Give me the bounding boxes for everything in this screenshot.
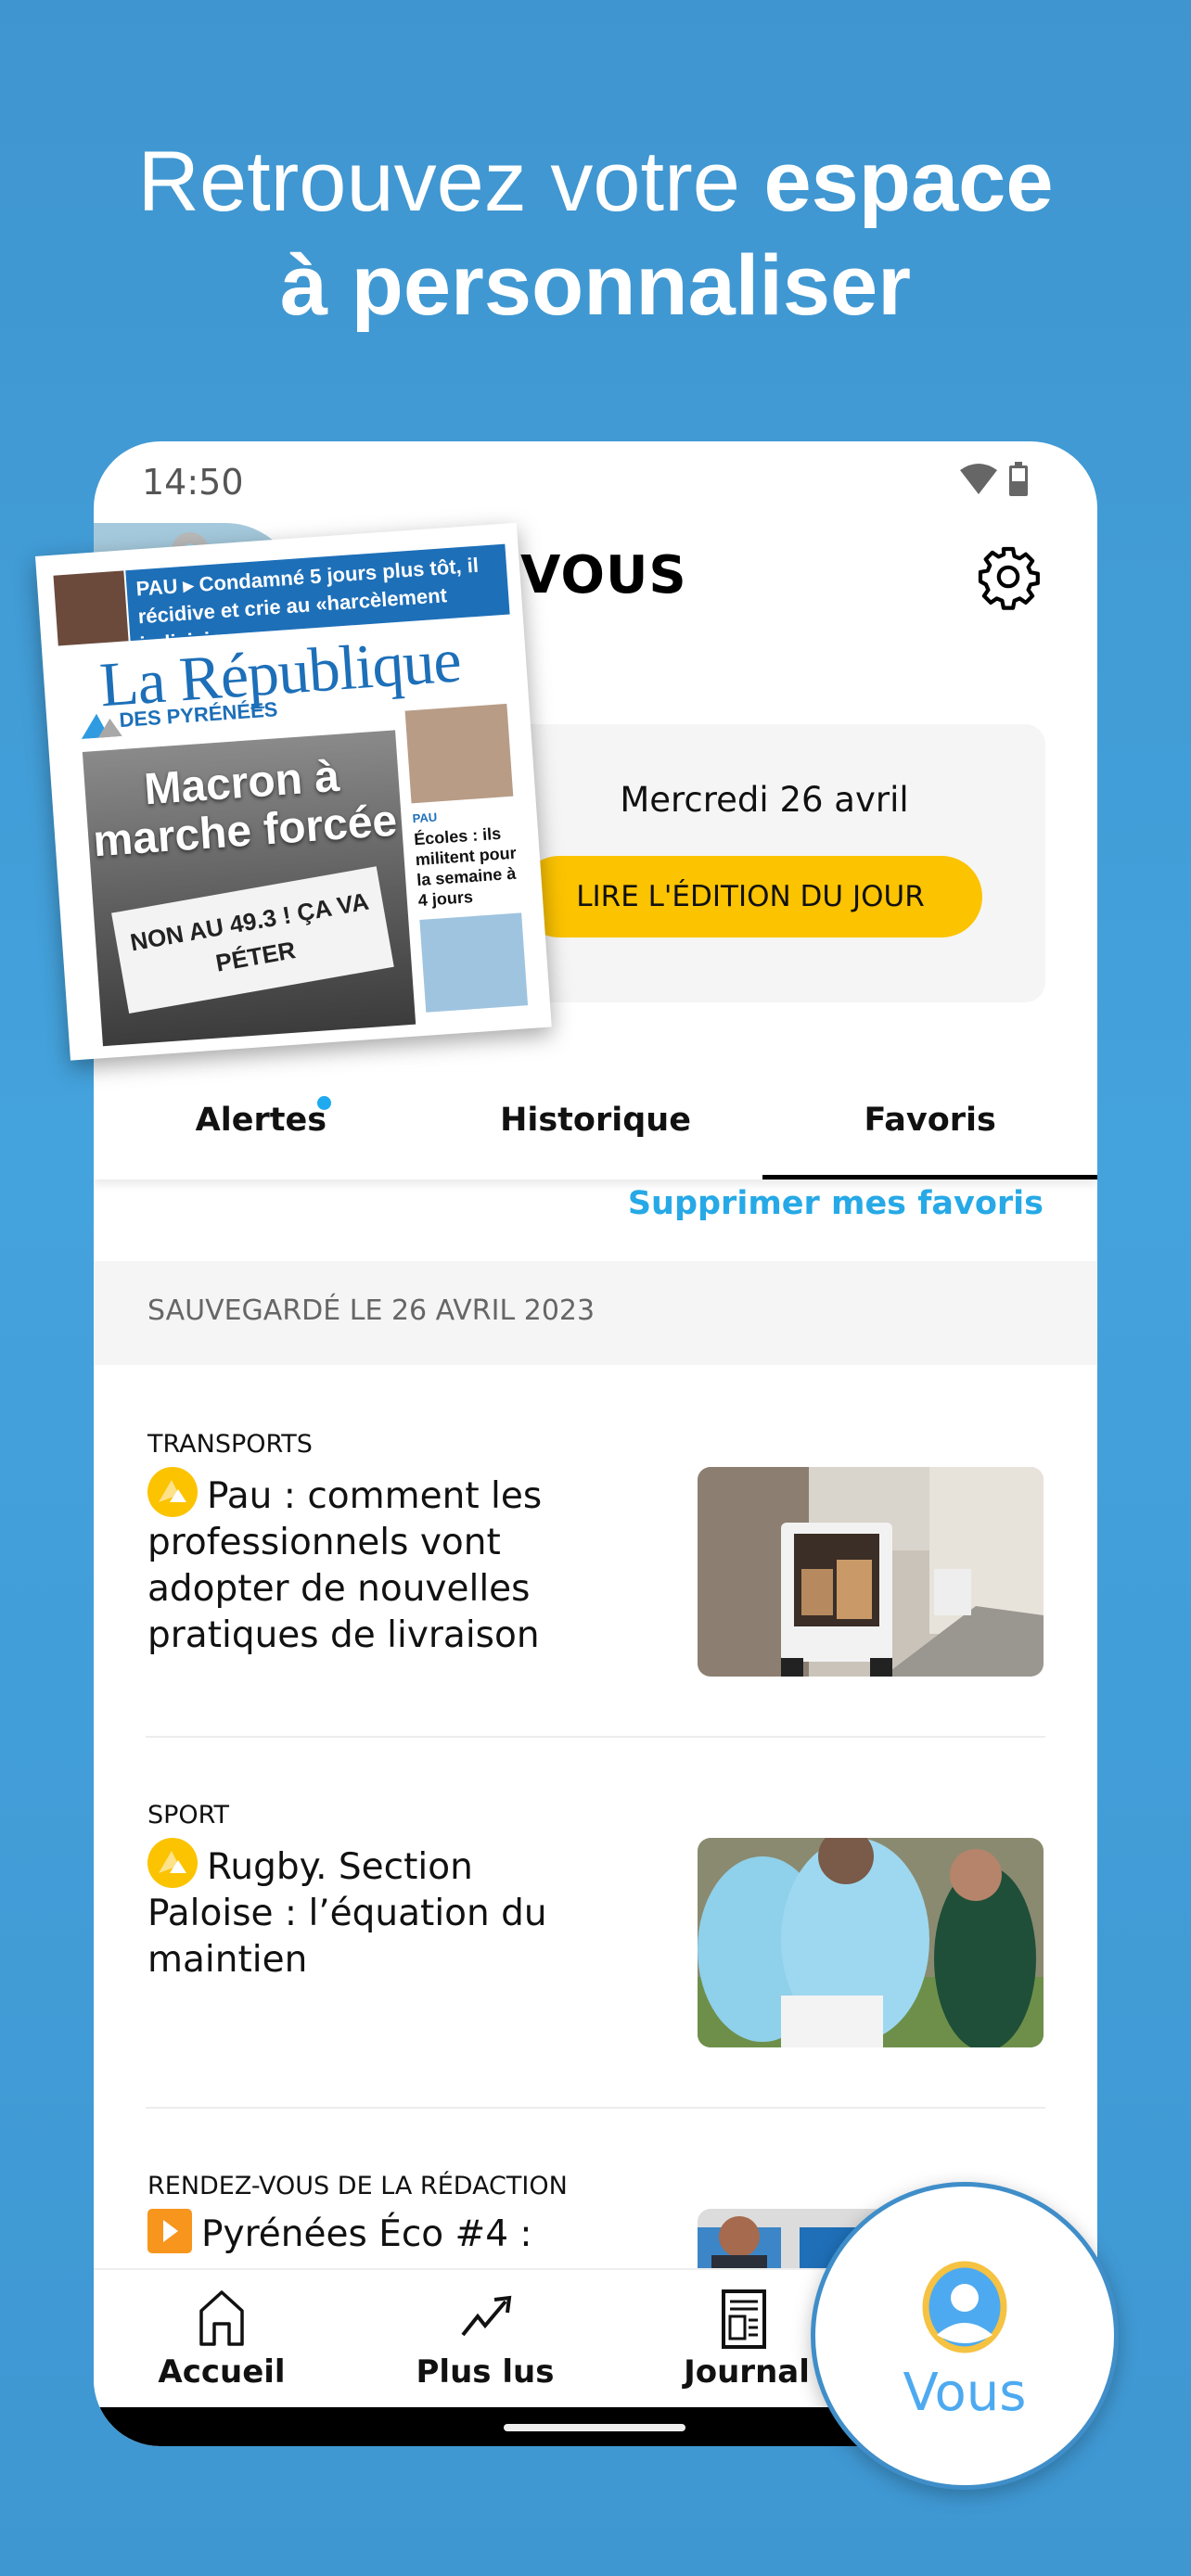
tab-historique[interactable]: Historique: [429, 1072, 763, 1180]
home-indicator[interactable]: [504, 2424, 685, 2431]
side-photo: [419, 912, 529, 1013]
nav-vous[interactable]: Vous: [811, 2182, 1119, 2490]
article-title: Rugby. Section Paloise : l’équation du m…: [147, 1838, 583, 1983]
delivery-van-street-photo: [698, 1467, 1044, 1677]
premium-mountain-icon: [147, 1838, 198, 1888]
wifi-icon: [960, 464, 997, 494]
tab-bar: Alertes Historique Favoris: [94, 1072, 1097, 1180]
trending-icon: [461, 2295, 512, 2337]
article-item[interactable]: TRANSPORTS Pau : comment les professionn…: [94, 1365, 1097, 1736]
mountain-logo-icon: [81, 713, 122, 740]
newspaper-side-story: PAU Écoles : ils militent pour la semain…: [412, 810, 518, 911]
protest-banner-text: NON AU 49.3 ! ÇA VA PÉTER: [111, 866, 394, 1014]
read-edition-button[interactable]: LIRE L'ÉDITION DU JOUR: [519, 856, 982, 937]
rugby-match-photo: [698, 1838, 1044, 2047]
edition-date: Mercredi 26 avril: [620, 780, 909, 820]
article-item[interactable]: SPORT Rugby. Section Paloise : l’équatio…: [94, 1736, 1097, 2107]
page-title: VOUS: [520, 545, 687, 606]
tab-favoris[interactable]: Favoris: [762, 1072, 1097, 1180]
promo-headline: Retrouvez votre espace à personnaliser: [0, 130, 1191, 338]
nav-plus-lus[interactable]: Plus lus: [392, 2270, 578, 2409]
article-category: SPORT: [147, 1801, 229, 1830]
article-title: Pyrénées Éco #4 :: [147, 2209, 583, 2258]
status-icons: [960, 462, 1029, 497]
status-bar: 14:50: [94, 441, 1097, 516]
article-category: RENDEZ-VOUS DE LA RÉDACTION: [147, 2172, 568, 2200]
tab-alertes[interactable]: Alertes: [94, 1072, 429, 1180]
home-icon: [199, 2290, 244, 2346]
saved-date-header: SAUVEGARDÉ LE 26 AVRIL 2023: [94, 1261, 1097, 1365]
nav-accueil[interactable]: Accueil: [129, 2270, 314, 2409]
delete-favorites-link[interactable]: Supprimer mes favoris: [628, 1185, 1044, 1222]
user-avatar-icon: [922, 2261, 1007, 2353]
article-category: TRANSPORTS: [147, 1430, 313, 1459]
daily-edition-card: Mercredi 26 avril LIRE L'ÉDITION DU JOUR: [483, 724, 1045, 1002]
headline-line-2: à personnaliser: [279, 238, 912, 333]
gear-icon[interactable]: [975, 543, 1042, 610]
newspaper-main-title: Macron à marche forcée: [91, 751, 399, 867]
classroom-photo: [404, 703, 514, 804]
nav-vous-label: Vous: [903, 2363, 1027, 2423]
newspaper-front-page[interactable]: PAU ▸ Condamné 5 jours plus tôt, il réci…: [35, 522, 552, 1061]
battery-icon: [1009, 462, 1028, 496]
video-play-icon: [147, 2209, 192, 2253]
newspaper-icon: [722, 2289, 766, 2349]
article-title: Pau : comment les professionnels vont ad…: [147, 1467, 583, 1659]
newspaper-main-photo: Macron à marche forcée NON AU 49.3 ! ÇA …: [82, 730, 416, 1047]
status-time: 14:50: [142, 462, 244, 503]
notification-dot: [317, 1096, 331, 1110]
banner-photo: [53, 570, 129, 646]
headline-line-1: Retrouvez votre espace: [137, 134, 1054, 229]
premium-mountain-icon: [147, 1467, 198, 1517]
